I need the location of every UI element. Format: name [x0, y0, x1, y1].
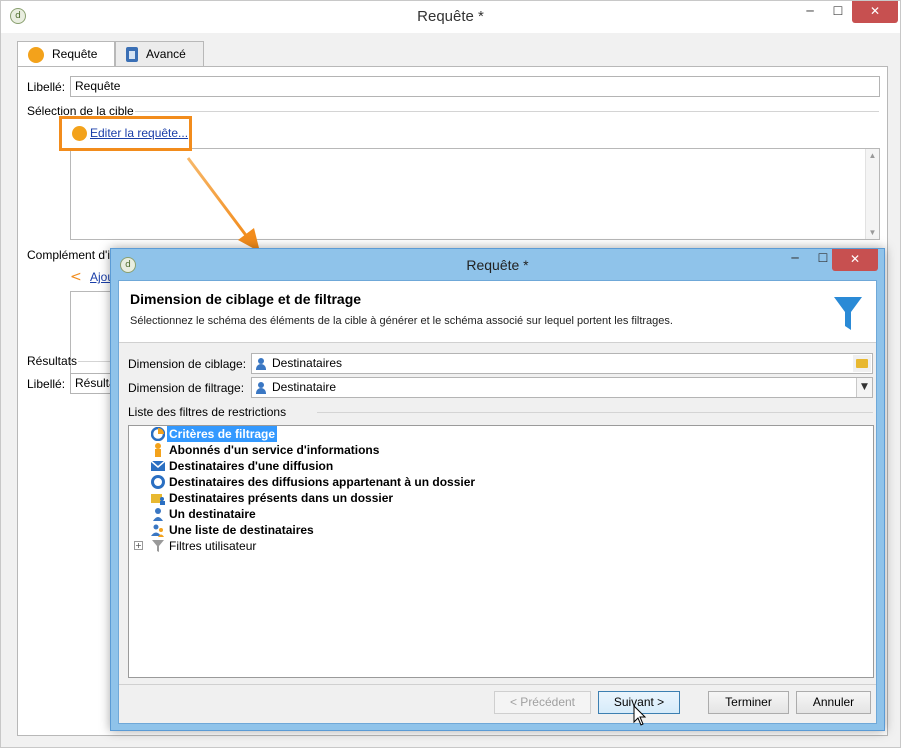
annotation-arrow	[186, 157, 260, 252]
button-separator	[119, 684, 876, 685]
tab-requete[interactable]: Requête	[17, 41, 115, 68]
results-section-title: Résultats	[27, 354, 78, 368]
tree-item-label: Un destinataire	[169, 507, 256, 521]
clipboard-icon	[126, 47, 138, 63]
filtering-label: Dimension de filtrage:	[128, 381, 245, 395]
person-icon	[256, 381, 266, 394]
filtering-select[interactable]: Destinataire ▼	[251, 377, 873, 398]
results-libelle-input[interactable]: Résultat	[70, 373, 112, 394]
person-icon	[153, 508, 163, 521]
tree-item-label: Filtres utilisateur	[169, 539, 257, 553]
filters-tree[interactable]: Critères de filtrage Abonnés d'un servic…	[128, 425, 874, 678]
vertical-scrollbar[interactable]: ▲ ▼	[865, 149, 879, 239]
libelle-input[interactable]: Requête	[70, 76, 880, 97]
dialog-body: Dimension de ciblage et de filtrage Séle…	[118, 280, 877, 724]
tree-item-label: Critères de filtrage	[167, 426, 278, 442]
section-divider	[78, 361, 112, 362]
tree-item-label: Destinataires des diffusions appartenant…	[169, 475, 476, 489]
expand-icon[interactable]: +	[134, 541, 143, 550]
tab-requete-label: Requête	[52, 47, 98, 61]
people-icon	[151, 524, 164, 537]
section-divider	[317, 412, 873, 413]
dialog-close-button[interactable]: ✕	[832, 249, 878, 271]
envelope-icon	[151, 460, 165, 471]
minimize-button[interactable]: ─	[796, 1, 824, 23]
dialog-subheading: Sélectionnez le schéma des éléments de l…	[130, 315, 673, 327]
funnel-icon	[834, 297, 862, 330]
cancel-button[interactable]: Annuler	[796, 691, 871, 714]
chevron-down-icon[interactable]: ▼	[856, 378, 872, 397]
tab-avance-label: Avancé	[146, 47, 186, 61]
complement-section-title: Complément d'informations	[27, 248, 122, 262]
outer-titlebar: d Requête * ─ ☐ ✕	[1, 1, 900, 33]
subscriber-icon	[155, 443, 161, 457]
tree-item-label: Destinataires présents dans un dossier	[169, 491, 394, 505]
targeting-label: Dimension de ciblage:	[128, 357, 247, 371]
filtering-value: Destinataire	[272, 380, 337, 394]
folder-person-icon	[151, 494, 165, 505]
maximize-button[interactable]: ☐	[824, 1, 852, 23]
dialog-title: Requête *	[466, 257, 529, 273]
targeting-value: Destinataires	[272, 356, 343, 370]
dialog-minimize-button[interactable]: ─	[782, 251, 808, 269]
tree-item-label: Abonnés d'un service d'informations	[169, 443, 380, 457]
dialog-window: d Requête * ─ ☐ ✕ Dimension de ciblage e…	[110, 248, 885, 731]
section-divider	[135, 111, 879, 112]
tree-item-label: Destinataires d'une diffusion	[169, 459, 334, 473]
window-title: Requête *	[417, 8, 484, 25]
funnel-gray-icon	[152, 540, 164, 552]
folder-icon[interactable]	[853, 355, 871, 372]
finish-button[interactable]: Terminer	[708, 691, 789, 714]
dialog-header: Dimension de ciblage et de filtrage Séle…	[119, 281, 876, 343]
close-button[interactable]: ✕	[852, 1, 898, 23]
targeting-field[interactable]: Destinataires	[251, 353, 873, 374]
orange-dot-icon	[28, 46, 44, 63]
mouse-cursor-icon	[633, 705, 647, 726]
filter-criteria-icon	[151, 427, 165, 441]
highlight-box	[59, 116, 192, 151]
person-icon	[256, 357, 266, 370]
lifebuoy-icon	[151, 475, 165, 489]
tree-item-label: Une liste de destinataires	[169, 523, 314, 537]
libelle-label: Libellé:	[27, 80, 66, 94]
share-icon: <	[70, 269, 82, 285]
tab-avance[interactable]: Avancé	[115, 41, 204, 67]
dialog-heading: Dimension de ciblage et de filtrage	[130, 291, 362, 307]
filters-section-title: Liste des filtres de restrictions	[128, 405, 287, 419]
results-libelle-label: Libellé:	[27, 377, 66, 391]
previous-button[interactable]: < Précédent	[494, 691, 591, 714]
